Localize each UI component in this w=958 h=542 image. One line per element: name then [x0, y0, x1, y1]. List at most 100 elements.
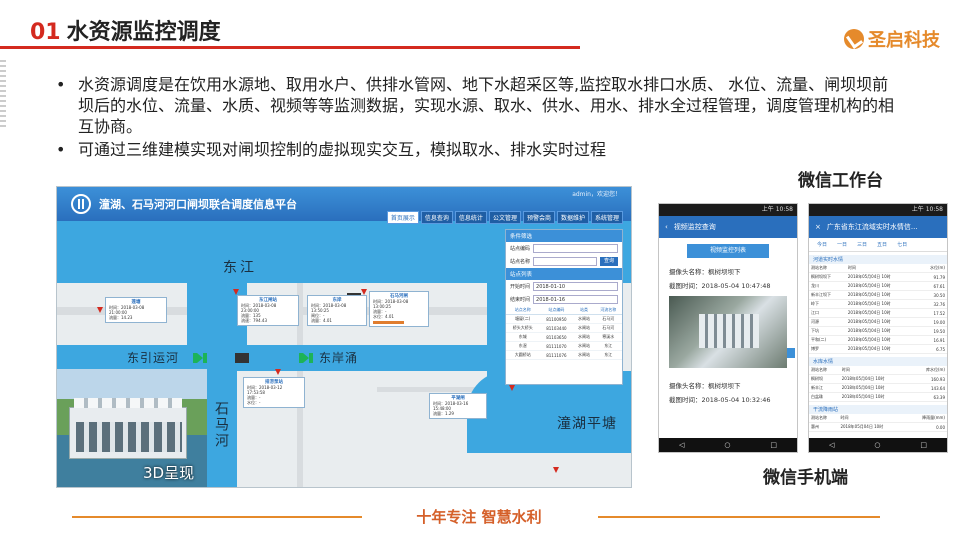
table-row[interactable]: 塘厦(二) 81100950 水闸站 石马河: [506, 314, 622, 324]
cell: 下坑: [809, 326, 846, 336]
station-name-label: 站点名称: [510, 259, 531, 265]
column-header: 河流名称: [594, 306, 622, 315]
station-infobox[interactable]: 莲塘 时间：2018-03-08 21:00:00 流量：14.23: [105, 297, 167, 323]
column-header: 库水位(m): [911, 366, 947, 375]
cell: 81103650: [539, 332, 574, 342]
table-row[interactable]: 枫树坝 2018年05月04日 10时 160.93: [809, 374, 947, 384]
table-row[interactable]: 惠州 2018年05月04日 10时 0.00: [809, 422, 947, 432]
section-title: 河道实时水情: [809, 255, 947, 264]
cell: 河源: [809, 317, 846, 327]
infobox-line: 水位：4.01: [373, 314, 394, 319]
side-arrow-icon[interactable]: [787, 348, 795, 358]
sluice-gate-icon[interactable]: [299, 353, 313, 363]
station-infobox[interactable]: 排涝泵站 时间：2018-03-12 17:53:58 流量：- 水位：-: [243, 377, 305, 408]
label-shimahe: 石马河: [213, 401, 229, 449]
back-icon[interactable]: ‹: [665, 223, 668, 231]
station-code-input[interactable]: [533, 244, 618, 253]
cell: 枫树坝坝下: [809, 272, 846, 282]
table-row[interactable]: 大圆桥站 81111076 水闸站 东江: [506, 350, 622, 360]
dam-model: [69, 398, 187, 459]
phone-title: 视频监控查询: [673, 223, 716, 231]
table-row[interactable]: 枫树坝坝下 2018年05月04日 10时 91.79: [809, 272, 947, 282]
close-icon[interactable]: ×: [815, 223, 821, 231]
table-row[interactable]: 新丰江坝下 2018年05月04日 10时 30.50: [809, 290, 947, 300]
camera-snapshot[interactable]: [669, 296, 787, 368]
recent-nav-icon[interactable]: □: [920, 441, 927, 449]
tab-1day[interactable]: 一日: [837, 241, 847, 248]
cell: 91.79: [917, 272, 947, 282]
table-row[interactable]: 桥头大桥头 81103440 水闸站 石马河: [506, 323, 622, 333]
platform-user[interactable]: admin，欢迎您！: [572, 189, 621, 198]
start-label: 开始时间: [510, 284, 531, 290]
bullet-list: 水资源调度是在饮用水源地、取用水户、供排水管网、地下水超采区等,监控取水排口水质…: [52, 74, 902, 162]
table-row[interactable]: 龙川 2018年05月04日 10时 67.61: [809, 281, 947, 291]
table-row[interactable]: 东城 81103650 水闸站 寒溪水: [506, 332, 622, 342]
station-infobox[interactable]: 东岸 时间：2018-03-08 13:50:25 闸位：- 流量：4.01: [307, 295, 367, 326]
table-row[interactable]: 河源 2018年05月04日 10时 19.00: [809, 317, 947, 327]
station-marker-icon[interactable]: [97, 307, 103, 313]
bullet-item: 可通过三维建模实现对闸坝控制的虚拟现实交互，模拟取水、排水实时过程: [52, 139, 902, 160]
end-date-input[interactable]: 2018-01-16: [533, 295, 618, 304]
column-header: 时间: [839, 366, 912, 375]
infobox-line: 流量：4.01: [311, 318, 332, 323]
cell: 东江: [594, 350, 622, 360]
tab-3day[interactable]: 三日: [857, 241, 867, 248]
phone-water-regime: 上午 10:58 × 广东省东江流域实时水情信... 今日 一日 三日 五日 七…: [808, 203, 948, 453]
query-panel: 条件筛选 站点编码 站点名称 查询 站点列表 开始时间 2018-01-10 结…: [505, 229, 623, 385]
sluice-gate-icon[interactable]: [235, 353, 249, 363]
nav-item-warning[interactable]: 预警会商: [522, 211, 555, 224]
label-dongjiang: 东江: [223, 260, 257, 276]
query-button[interactable]: 查询: [600, 257, 618, 266]
phone-video-monitor: 上午 10:58 ‹ 视频监控查询 视频监控列表 摄像头名称：枫树坝坝下 截图时…: [658, 203, 798, 453]
recent-nav-icon[interactable]: □: [770, 441, 777, 449]
nav-item-docs[interactable]: 公文管理: [488, 211, 521, 224]
station-marker-icon[interactable]: [275, 369, 281, 375]
sluice-gate-icon[interactable]: [193, 353, 207, 363]
capture-time: 截图时间：2018-05-04 10:32:46: [669, 396, 771, 404]
cell: 石马河: [594, 314, 622, 324]
nav-item-query[interactable]: 信息查询: [420, 211, 453, 224]
camera-name: 摄像头名称：枫树坝坝下: [669, 268, 741, 276]
cell: 平和(二): [809, 335, 846, 345]
start-date-input[interactable]: 2018-01-10: [533, 282, 618, 291]
video-list-button[interactable]: 视频监控列表: [687, 244, 769, 258]
phone-title: 广东省东江流域实时水情信...: [826, 223, 918, 231]
nav-item-system[interactable]: 系统管理: [590, 211, 623, 224]
station-name-input[interactable]: [533, 257, 597, 266]
table-row[interactable]: 岭下 2018年05月04日 10时 32.76: [809, 299, 947, 309]
section-number: 01: [30, 20, 61, 45]
table-row[interactable]: 江口 2018年05月04日 10时 17.52: [809, 308, 947, 318]
nav-item-stats[interactable]: 信息统计: [454, 211, 487, 224]
infobox-bar: [373, 321, 405, 324]
filter-row: 站点名称 查询: [506, 255, 622, 268]
station-infobox[interactable]: 石马河闸 时间：2018-03-08 13:00:25 流量：- 水位：4.01: [369, 291, 429, 327]
tab-5day[interactable]: 五日: [877, 241, 887, 248]
period-tabs: 今日 一日 三日 五日 七日: [809, 238, 947, 252]
table-row[interactable]: 平和(二) 2018年05月04日 10时 16.91: [809, 335, 947, 345]
table-row[interactable]: 新丰江 2018年05月04日 10时 143.64: [809, 383, 947, 393]
back-nav-icon[interactable]: ◁: [829, 441, 834, 449]
station-marker-icon[interactable]: [509, 385, 515, 391]
nav-item-data[interactable]: 数据维护: [556, 211, 589, 224]
cell: 81103440: [539, 323, 574, 333]
cell: 2018年05月04日 10时: [845, 335, 918, 345]
station-infobox[interactable]: 平湖闸 时间：2018-03-16 15:48:00 流量：1.29: [429, 393, 487, 419]
back-nav-icon[interactable]: ◁: [679, 441, 684, 449]
column-header: 站类: [573, 306, 595, 315]
cell: 19.00: [917, 317, 947, 327]
station-infobox[interactable]: 东江闸站 时间：2018-03-08 23:00:00 流量：135 流速：79…: [237, 295, 299, 326]
tab-7day[interactable]: 七日: [897, 241, 907, 248]
table-row[interactable]: 东滘 81111070 水闸站 东江: [506, 341, 622, 351]
home-nav-icon[interactable]: ○: [874, 441, 880, 449]
infobox-line: 时间：2018-03-08 13:50:25: [311, 303, 347, 313]
tab-today[interactable]: 今日: [817, 241, 827, 248]
cell: 2018年05月04日 10时: [845, 308, 918, 318]
table-row[interactable]: 博罗 2018年05月04日 10时 6.75: [809, 344, 947, 354]
station-marker-icon[interactable]: [553, 467, 559, 473]
table-row[interactable]: 白盆珠 2018年05月04日 10时 63.39: [809, 392, 947, 402]
table-row[interactable]: 下坑 2018年05月04日 10时 19.50: [809, 326, 947, 336]
cell: 石马河: [594, 323, 622, 333]
nav-item-home[interactable]: 首页展示: [386, 211, 419, 224]
home-nav-icon[interactable]: ○: [724, 441, 730, 449]
cell: 2018年05月04日 10时: [845, 317, 918, 327]
